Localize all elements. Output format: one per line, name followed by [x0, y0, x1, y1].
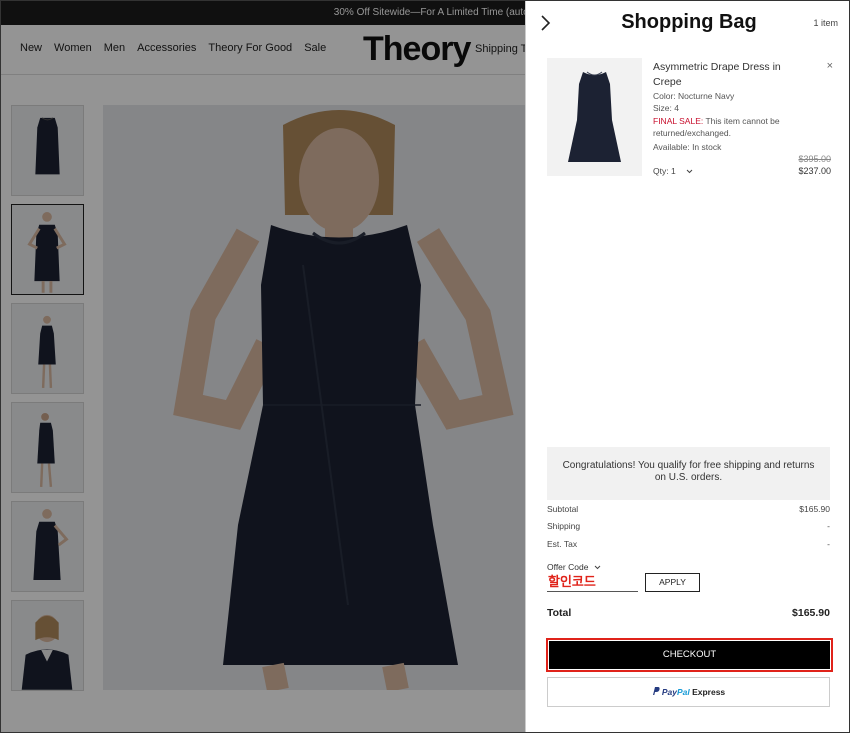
total-value: $165.90: [792, 607, 830, 619]
cart-item-availability: Available: In stock: [653, 142, 722, 152]
subtotal-row: Subtotal $165.90: [547, 504, 830, 514]
sale-price: $237.00: [798, 166, 831, 176]
chevron-down-icon: [686, 166, 693, 176]
cart-item-size: Size: 4: [653, 103, 679, 113]
paypal-express-button[interactable]: PayPal Express: [547, 677, 830, 707]
screen: 30% Off Sitewide—For A Limited Time (aut…: [0, 0, 850, 733]
paypal-brand-pal: Pal: [676, 687, 690, 697]
paypal-brand-pay: Pay: [661, 687, 677, 697]
bag-title: Shopping Bag: [621, 11, 757, 33]
offer-code-annotation: 할인코드: [548, 574, 596, 589]
tax-row: Est. Tax -: [547, 539, 830, 549]
apply-button[interactable]: APPLY: [645, 573, 700, 592]
cart-item-final-sale: FINAL SALE: This item cannot be returned…: [653, 115, 803, 139]
total-row: Total $165.90: [547, 607, 830, 619]
cart-item-image[interactable]: [547, 58, 642, 176]
shopping-bag-drawer: Shopping Bag 1 item Asymmetric Drape Dre…: [525, 1, 849, 732]
quantity-select[interactable]: Qty: 1: [653, 166, 693, 176]
bag-item-count: 1 item: [813, 18, 838, 28]
paypal-express-label: Express: [689, 687, 726, 697]
subtotal-label: Subtotal: [547, 504, 579, 514]
total-label: Total: [547, 607, 572, 619]
close-icon[interactable]: ×: [827, 60, 833, 72]
tax-value: -: [827, 539, 830, 549]
drawer-header: Shopping Bag 1 item: [526, 1, 849, 45]
checkout-button[interactable]: CHECKOUT: [549, 641, 830, 669]
final-sale-label: FINAL SALE:: [653, 116, 704, 126]
tax-label: Est. Tax: [547, 539, 578, 549]
cart-item: Asymmetric Drape Dress in Crepe Color: N…: [547, 58, 837, 188]
shipping-value: -: [827, 521, 830, 531]
original-price: $395.00: [798, 154, 831, 164]
shipping-label: Shipping: [547, 521, 581, 531]
cart-item-color: Color: Nocturne Navy: [653, 91, 735, 101]
quantity-label: Qty: 1: [653, 166, 676, 176]
page-dim-overlay[interactable]: [1, 1, 525, 732]
cart-item-name[interactable]: Asymmetric Drape Dress in Crepe: [653, 60, 793, 90]
shipping-row: Shipping -: [547, 521, 830, 531]
subtotal-value: $165.90: [799, 504, 830, 514]
free-shipping-message: Congratulations! You qualify for free sh…: [547, 447, 830, 500]
paypal-logo-icon: [652, 679, 660, 707]
